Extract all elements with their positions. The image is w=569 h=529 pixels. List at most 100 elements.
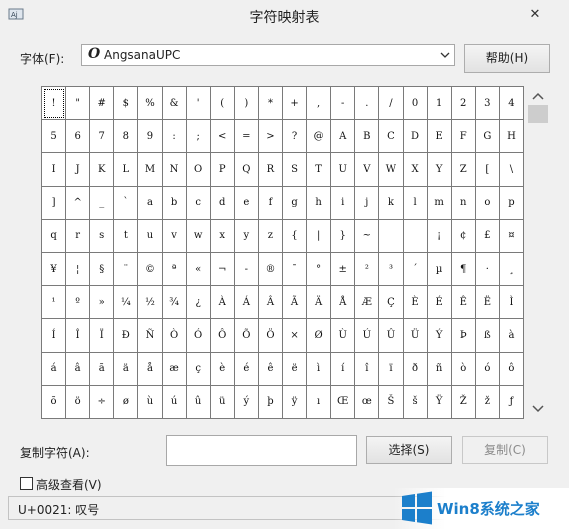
character-cell[interactable]: © (138, 253, 163, 287)
character-cell[interactable]: · (475, 253, 500, 287)
character-cell[interactable]: Ó (186, 319, 211, 353)
character-cell[interactable]: õ (42, 385, 67, 419)
character-cell[interactable]: ÿ (283, 385, 308, 419)
character-cell[interactable]: / (379, 87, 404, 121)
character-cell[interactable]: 0 (403, 87, 428, 121)
character-grid[interactable]: ! " # $% & '() * +, -./0 1 2 3 4 5 6 7 8 9:; < = >? @ A B C D E F G H… (41, 86, 524, 419)
character-cell[interactable]: Û (379, 319, 404, 353)
character-cell[interactable]: y (234, 219, 259, 253)
character-cell[interactable]: ] (42, 186, 67, 220)
character-cell[interactable]: s (90, 219, 115, 253)
character-cell[interactable]: Æ (355, 286, 380, 320)
character-cell[interactable]: | (307, 219, 332, 253)
character-cell[interactable]: Ì (499, 286, 524, 320)
character-cell[interactable]: ç (186, 352, 211, 386)
character-cell[interactable]: ³ (379, 253, 404, 287)
character-cell[interactable]: 3 (475, 87, 500, 121)
character-cell[interactable]: = (234, 120, 259, 154)
character-cell[interactable]: ~ (355, 219, 380, 253)
character-cell[interactable]: [ (475, 153, 500, 187)
character-cell[interactable]: ² (355, 253, 380, 287)
character-cell[interactable]: Í (42, 319, 67, 353)
character-cell[interactable]: P (210, 153, 235, 187)
character-cell[interactable]: S (283, 153, 308, 187)
character-cell[interactable]: Ù (331, 319, 356, 353)
character-cell[interactable]: v (162, 219, 187, 253)
character-cell[interactable]: å (138, 352, 163, 386)
character-cell[interactable]: K (90, 153, 115, 187)
character-cell[interactable]: B (355, 120, 380, 154)
character-cell[interactable]: b (162, 186, 187, 220)
character-cell[interactable]: F (451, 120, 476, 154)
character-cell[interactable]: œ (355, 385, 380, 419)
character-cell[interactable]: w (186, 219, 211, 253)
character-cell[interactable]: Y (427, 153, 452, 187)
character-cell[interactable]: m (427, 186, 452, 220)
character-cell[interactable]: M (138, 153, 163, 187)
character-cell[interactable]: Ü (403, 319, 428, 353)
character-cell[interactable]: ÷ (90, 385, 115, 419)
character-cell[interactable]: ´ (403, 253, 428, 287)
character-cell[interactable]: Q (234, 153, 259, 187)
character-cell[interactable]: ) (234, 87, 259, 121)
character-cell[interactable]: p (499, 186, 524, 220)
character-cell[interactable]: á (42, 352, 67, 386)
character-cell[interactable]: ı (307, 385, 332, 419)
character-cell[interactable]: Ý (427, 319, 452, 353)
character-cell[interactable]: G (475, 120, 500, 154)
character-cell[interactable]: Ú (355, 319, 380, 353)
character-cell[interactable]: 9 (138, 120, 163, 154)
character-cell[interactable]: ã (90, 352, 115, 386)
character-cell[interactable]: ê (258, 352, 283, 386)
character-cell[interactable]: d (210, 186, 235, 220)
character-cell[interactable]: } (331, 219, 356, 253)
character-cell[interactable]: ; (186, 120, 211, 154)
character-cell[interactable]: N (162, 153, 187, 187)
character-cell[interactable]: 4 (499, 87, 524, 121)
vertical-scrollbar[interactable] (527, 86, 549, 419)
character-cell[interactable]: C (379, 120, 404, 154)
character-cell[interactable]: Ê (451, 286, 476, 320)
character-cell[interactable]: × (283, 319, 308, 353)
character-cell[interactable]: \ (499, 153, 524, 187)
character-cell[interactable]: J (66, 153, 91, 187)
character-cell[interactable]: ( (210, 87, 235, 121)
character-cell[interactable]: ª (162, 253, 187, 287)
character-cell[interactable]: > (258, 120, 283, 154)
character-cell[interactable]: Ï (90, 319, 115, 353)
scroll-up-icon[interactable] (532, 92, 544, 100)
character-cell[interactable]: ¨ (114, 253, 139, 287)
character-cell[interactable]: ù (138, 385, 163, 419)
character-cell[interactable]: Š (379, 385, 404, 419)
character-cell[interactable]: Ä (307, 286, 332, 320)
help-button[interactable]: 帮助(H) (464, 44, 550, 73)
select-button[interactable]: 选择(S) (366, 436, 452, 464)
character-cell[interactable]: j (355, 186, 380, 220)
character-cell[interactable]: u (138, 219, 163, 253)
character-cell[interactable]: ä (114, 352, 139, 386)
close-button[interactable]: ✕ (520, 6, 550, 24)
character-cell[interactable]: ¢ (451, 219, 476, 253)
character-cell[interactable]: ò (451, 352, 476, 386)
character-cell[interactable]: # (90, 87, 115, 121)
character-cell[interactable]: Â (258, 286, 283, 320)
character-cell[interactable]: ' (186, 87, 211, 121)
character-cell[interactable]: š (403, 385, 428, 419)
character-cell[interactable]: Œ (331, 385, 356, 419)
character-cell[interactable]: n (451, 186, 476, 220)
character-cell[interactable]: ø (114, 385, 139, 419)
character-cell[interactable]: & (162, 87, 187, 121)
character-cell[interactable]: o (475, 186, 500, 220)
character-cell[interactable]: W (379, 153, 404, 187)
character-cell[interactable]: þ (258, 385, 283, 419)
character-cell[interactable]: ¬ (210, 253, 235, 287)
character-cell[interactable]: D (403, 120, 428, 154)
character-cell[interactable]: ± (331, 253, 356, 287)
character-cell[interactable] (379, 219, 404, 253)
character-cell[interactable]: 7 (90, 120, 115, 154)
character-cell[interactable]: 5 (42, 120, 67, 154)
character-cell[interactable]: ¸ (499, 253, 524, 287)
character-cell[interactable]: ì (307, 352, 332, 386)
character-cell[interactable]: a (138, 186, 163, 220)
character-cell[interactable]: ¾ (162, 286, 187, 320)
